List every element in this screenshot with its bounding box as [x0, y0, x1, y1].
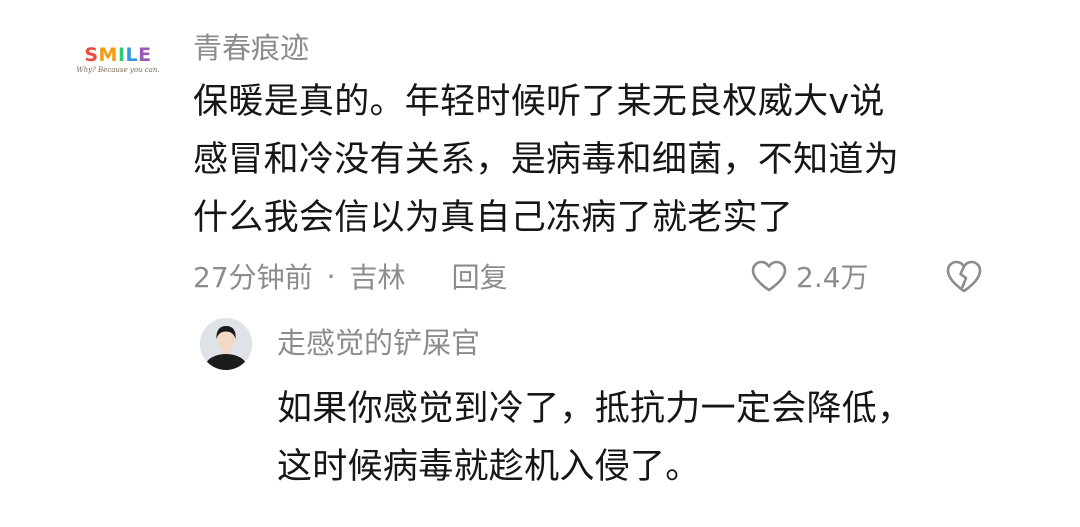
logo-letter: I	[117, 44, 126, 66]
comment-line: 保暖是真的。年轻时候听了某无良权威大v说	[193, 82, 885, 122]
like-button[interactable]: 2.4万	[750, 254, 869, 298]
comment-line: 感冒和冷没有关系，是病毒和细菌，不知道为	[193, 140, 900, 180]
reply-line: 如果你感觉到冷了，抵抗力一定会降低，	[277, 389, 913, 429]
reply-body[interactable]: 如果你感觉到冷了，抵抗力一定会降低， 这时候病毒就趁机入侵了。	[277, 380, 912, 496]
reply-user-avatar[interactable]	[200, 318, 252, 370]
comment-line: 什么我会信以为真自己冻病了就老实了	[193, 198, 794, 238]
comment-body[interactable]: 保暖是真的。年轻时候听了某无良权威大v说 感冒和冷没有关系，是病毒和细菌，不知道…	[193, 73, 899, 247]
person-avatar-icon	[200, 318, 252, 370]
heart-outline-icon	[751, 260, 787, 292]
logo-letter: M	[98, 44, 118, 66]
smile-logo-tagline: Why? Because you can.	[76, 66, 160, 74]
logo-letter: L	[125, 44, 139, 66]
reply-line: 这时候病毒就趁机入侵了。	[277, 447, 701, 487]
logo-letter: S	[84, 44, 99, 66]
broken-heart-icon[interactable]	[944, 256, 984, 296]
comment-location: 吉林	[349, 261, 406, 294]
logo-letter: E	[138, 44, 152, 66]
like-count: 2.4万	[796, 261, 869, 294]
smile-logo-word: S M I L E	[84, 45, 151, 65]
reply-username[interactable]: 走感觉的铲屎官	[277, 325, 480, 361]
comment-thread: S M I L E Why? Because you can. 青春痕迹 保暖是…	[0, 0, 1080, 527]
user-avatar-smile-logo[interactable]: S M I L E Why? Because you can.	[76, 40, 159, 80]
comment-username[interactable]: 青春痕迹	[193, 30, 309, 66]
reply-button[interactable]: 回复	[452, 256, 508, 296]
meta-separator: ·	[326, 259, 336, 293]
comment-meta: 27分钟前 · 吉林 回复	[193, 254, 508, 298]
comment-time: 27分钟前	[193, 261, 313, 294]
